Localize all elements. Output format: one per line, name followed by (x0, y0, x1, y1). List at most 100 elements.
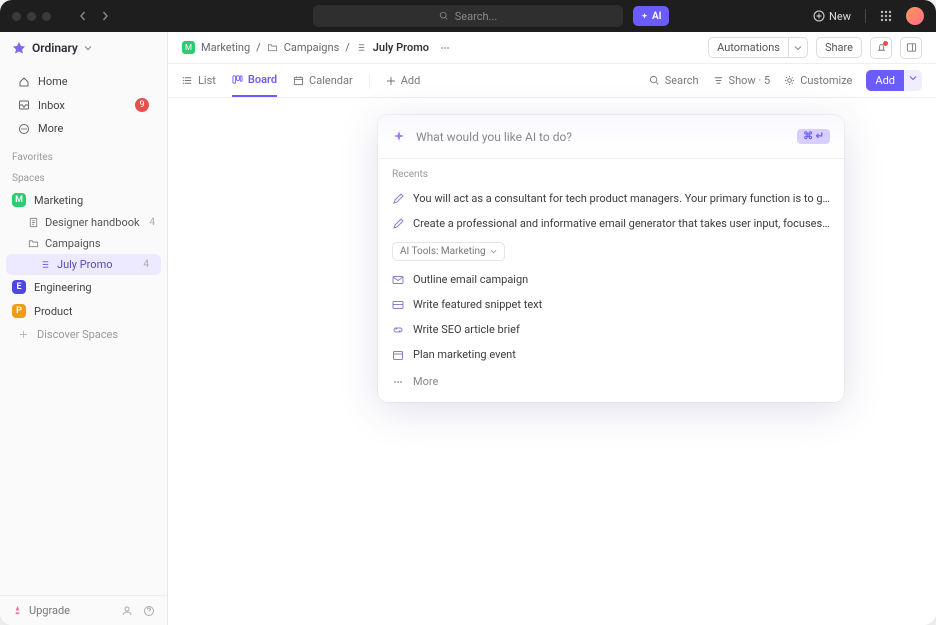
tabs-row: List Board Calendar Add (168, 64, 936, 98)
crumb-sep: / (256, 41, 261, 54)
notification-dot (883, 41, 888, 46)
workspace-switcher[interactable]: Ordinary (0, 32, 167, 64)
item-text: Plan marketing event (413, 348, 516, 361)
add-dropdown[interactable] (904, 70, 922, 91)
space-badge: E (12, 280, 26, 294)
more-icon (392, 376, 404, 388)
pencil-icon (392, 218, 404, 230)
item-text: Outline email campaign (413, 273, 528, 286)
search-icon (439, 11, 449, 21)
space-name: Marketing (34, 194, 83, 207)
doc-icon (28, 217, 39, 228)
space-marketing[interactable]: M Marketing (0, 188, 167, 212)
notifications-button[interactable] (870, 37, 892, 59)
apps-icon[interactable] (880, 10, 892, 22)
sidebar-inbox[interactable]: Inbox 9 (6, 93, 161, 117)
recent-item[interactable]: You will act as a consultant for tech pr… (378, 186, 844, 211)
more-label: More (413, 375, 438, 388)
tool-seo-brief[interactable]: Write SEO article brief (378, 317, 844, 342)
space-engineering[interactable]: E Engineering (0, 275, 167, 299)
crumb-space[interactable]: Marketing (201, 41, 250, 54)
toolbar-label: Search (665, 74, 699, 87)
ai-input[interactable]: What would you like AI to do? ⌘ ↵ (378, 115, 844, 158)
back-button[interactable] (73, 6, 93, 26)
toolbar-show[interactable]: Show · 5 (713, 74, 771, 87)
panel-toggle-button[interactable] (900, 37, 922, 59)
tool-plan-event[interactable]: Plan marketing event (378, 342, 844, 367)
workspace-logo-icon (12, 41, 26, 55)
tab-calendar[interactable]: Calendar (293, 64, 353, 97)
filter-label: AI Tools: Marketing (400, 246, 486, 257)
filter-icon (713, 75, 724, 86)
space-badge: M (12, 193, 26, 207)
add-button[interactable]: Add (866, 70, 904, 91)
more-label: More (38, 122, 63, 135)
crumb-folder[interactable]: Campaigns (284, 41, 340, 54)
help-icon[interactable] (143, 605, 155, 617)
user-avatar[interactable] (906, 7, 924, 25)
sidebar-home[interactable]: Home (6, 70, 161, 93)
folder-icon (28, 238, 39, 249)
mail-icon (392, 274, 404, 286)
item-text: You will act as a consultant for tech pr… (413, 192, 830, 205)
ai-button[interactable]: AI (633, 6, 669, 26)
maximize-dot[interactable] (42, 12, 51, 21)
spaces-header[interactable]: Spaces (0, 167, 167, 188)
close-dot[interactable] (12, 12, 21, 21)
toolbar-search[interactable]: Search (649, 74, 699, 87)
tab-board[interactable]: Board (232, 64, 277, 97)
inbox-icon (18, 99, 30, 111)
tree-campaigns[interactable]: Campaigns (0, 233, 167, 254)
tool-outline-email[interactable]: Outline email campaign (378, 267, 844, 292)
shortcut-hint: ⌘ ↵ (797, 129, 830, 144)
tab-add-view[interactable]: Add (386, 64, 421, 97)
item-label: Designer handbook (45, 216, 140, 229)
ai-label: AI (652, 11, 662, 22)
list-icon (356, 42, 367, 53)
toolbar-customize[interactable]: Customize (784, 74, 852, 87)
crumb-space-badge: M (182, 41, 195, 54)
favorites-header[interactable]: Favorites (0, 146, 167, 167)
toolbar-label: Customize (800, 74, 852, 87)
upgrade-label[interactable]: Upgrade (29, 604, 70, 617)
search-placeholder: Search... (455, 10, 498, 23)
tool-snippet[interactable]: Write featured snippet text (378, 292, 844, 317)
chevron-down-icon (84, 44, 92, 52)
tree-designer-handbook[interactable]: Designer handbook 4 (0, 212, 167, 233)
user-icon[interactable] (121, 605, 133, 617)
crumb-list[interactable]: July Promo (373, 41, 429, 54)
plus-icon (18, 329, 29, 340)
plus-circle-icon (813, 10, 825, 22)
main-content: M Marketing / Campaigns / July Promo Aut… (168, 32, 936, 625)
more-icon (18, 123, 30, 135)
inbox-label: Inbox (38, 99, 65, 112)
search-input[interactable]: Search... (313, 5, 623, 27)
item-count: 4 (143, 259, 149, 270)
automations-dropdown[interactable] (789, 37, 808, 58)
list-icon (40, 259, 51, 270)
automations-button[interactable]: Automations (708, 37, 789, 58)
share-button[interactable]: Share (816, 37, 862, 58)
header-row: M Marketing / Campaigns / July Promo Aut… (168, 32, 936, 64)
sidebar-more[interactable]: More (6, 117, 161, 140)
inbox-count-badge: 9 (135, 98, 149, 112)
search-icon (649, 75, 660, 86)
ai-more[interactable]: More (378, 367, 844, 402)
sidebar: Ordinary Home Inbox 9 More Favorite (0, 32, 168, 625)
recent-item[interactable]: Create a professional and informative em… (378, 211, 844, 236)
tree-july-promo[interactable]: July Promo 4 (6, 254, 161, 275)
discover-spaces[interactable]: Discover Spaces (6, 323, 161, 346)
window-controls (12, 12, 51, 21)
tab-label: List (198, 74, 216, 87)
more-icon[interactable] (439, 42, 451, 54)
space-product[interactable]: P Product (0, 299, 167, 323)
ai-sparkle-icon (640, 12, 649, 21)
ai-tools-filter[interactable]: AI Tools: Marketing (392, 242, 505, 261)
discover-label: Discover Spaces (37, 328, 118, 341)
forward-button[interactable] (95, 6, 115, 26)
minimize-dot[interactable] (27, 12, 36, 21)
tab-list[interactable]: List (182, 64, 216, 97)
share-label: Share (825, 41, 853, 54)
item-text: Write featured snippet text (413, 298, 542, 311)
new-button[interactable]: New (813, 10, 851, 23)
